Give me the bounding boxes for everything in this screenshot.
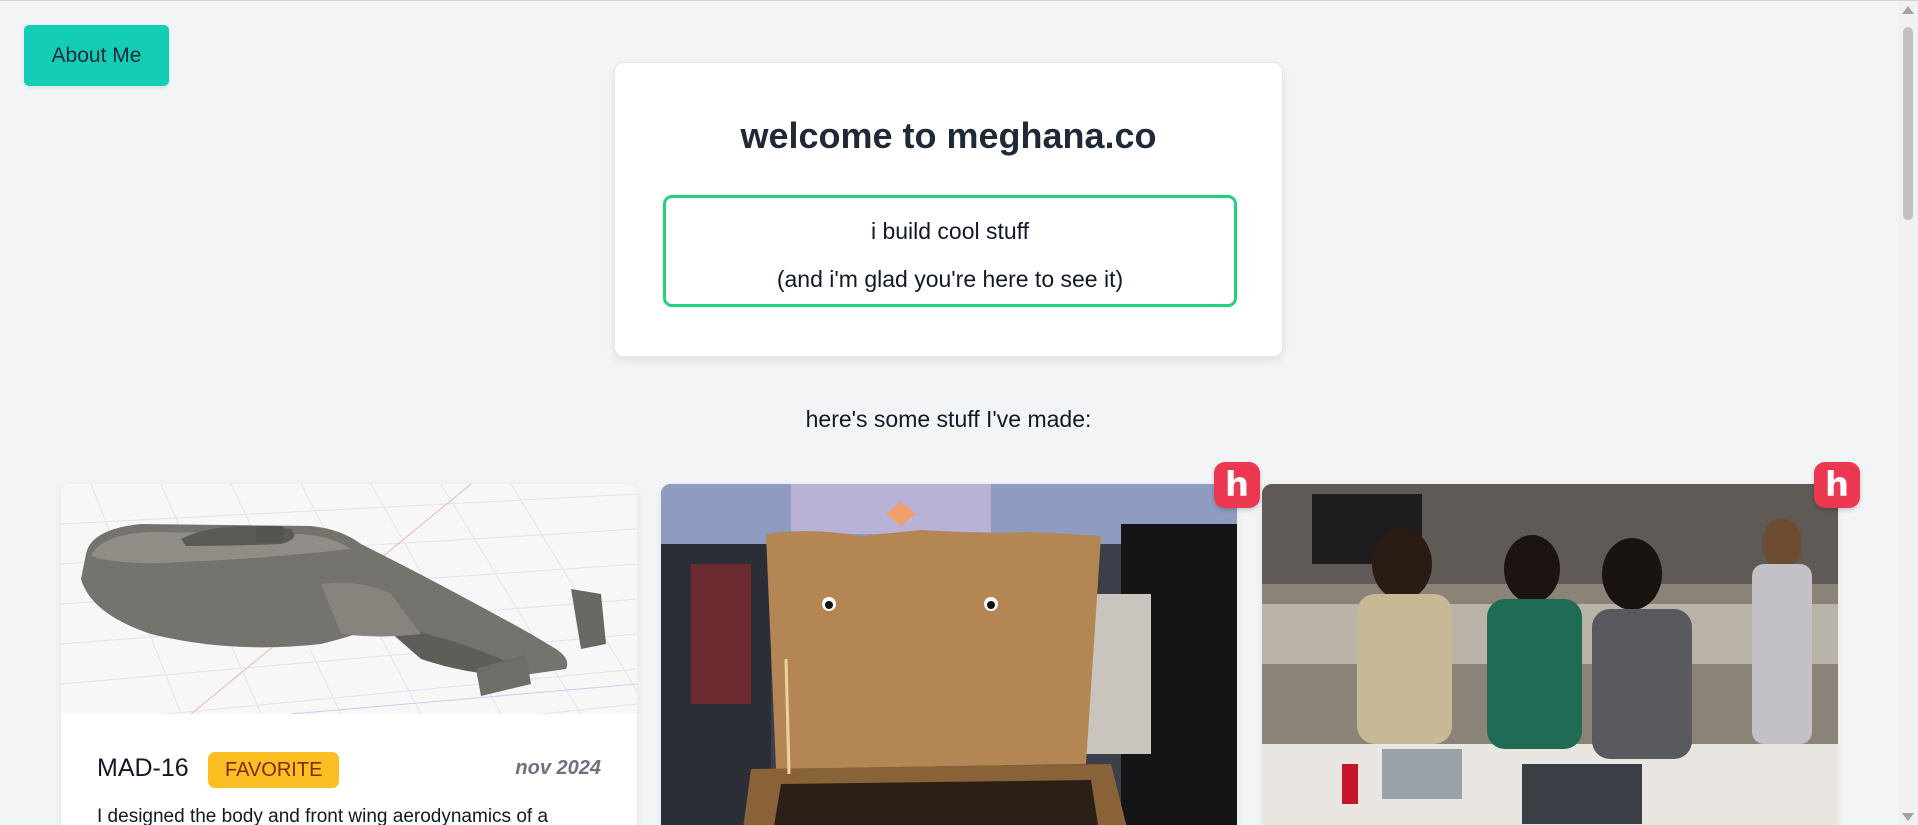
hero-card: welcome to meghana.co i build cool stuff… <box>614 62 1283 357</box>
car-body-render-image <box>61 484 637 714</box>
scrollbar-thumb[interactable] <box>1903 27 1913 220</box>
project-card-cardboard-box[interactable] <box>661 484 1237 825</box>
cardboard-box-photo <box>661 484 1237 825</box>
project-card-hackathon[interactable] <box>1262 484 1838 825</box>
hackathon-photo <box>1262 484 1838 825</box>
tagline-primary: i build cool stuff <box>870 218 1030 244</box>
about-me-button[interactable]: About Me <box>24 25 169 86</box>
favorite-badge: FAVORITE <box>208 752 340 788</box>
project-description: I designed the body and front wing aerod… <box>97 806 549 825</box>
project-image-cardboard-box <box>661 484 1237 825</box>
project-image-hackathon <box>1262 484 1838 825</box>
projects-heading: here's some stuff I've made: <box>805 406 1092 432</box>
page-title: welcome to meghana.co <box>740 115 1157 156</box>
project-date: nov 2024 <box>515 757 601 779</box>
page: About Me welcome to meghana.co i build c… <box>0 0 1918 825</box>
tagline-secondary: (and i'm glad you're here to see it) <box>776 266 1124 292</box>
tagline-box: i build cool stuff (and i'm glad you're … <box>663 195 1237 307</box>
project-image-car-body <box>61 484 637 714</box>
project-title: MAD-16 <box>97 754 189 782</box>
hack-club-h-logo-icon: h <box>1214 462 1260 508</box>
scroll-down-arrow-icon[interactable] <box>1902 813 1914 821</box>
project-card-mad16[interactable]: MAD-16 FAVORITE nov 2024 I designed the … <box>61 484 637 825</box>
hack-club-h-logo-icon: h <box>1814 462 1860 508</box>
scroll-up-arrow-icon[interactable] <box>1902 6 1914 14</box>
vertical-scrollbar[interactable] <box>1898 1 1918 825</box>
